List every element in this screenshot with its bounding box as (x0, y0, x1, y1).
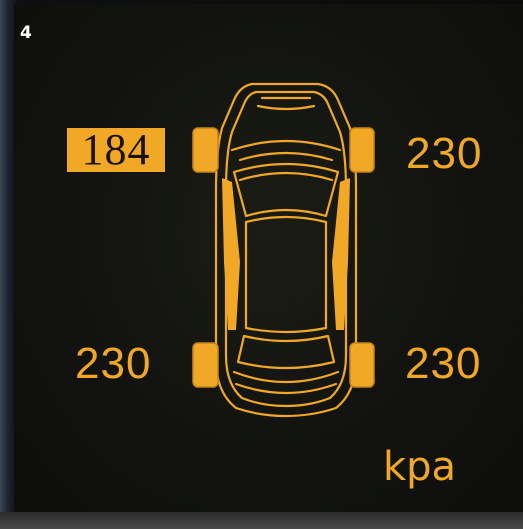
car-windshield (232, 162, 340, 218)
car-roof (244, 215, 328, 334)
rear-right-pressure: 230 (405, 339, 482, 388)
car-windshield-inner (238, 171, 334, 182)
tire-rear-left (192, 342, 219, 388)
car-left-pillar (222, 178, 240, 330)
car-body-inner (224, 90, 348, 408)
car-front-bumper (256, 96, 316, 111)
car-hood (230, 139, 342, 152)
rear-left-pressure: 230 (75, 339, 152, 388)
car-hood-inner (238, 151, 334, 162)
car-trunk (232, 370, 340, 384)
car-trunk-inner (234, 382, 338, 395)
front-right-pressure: 230 (406, 129, 483, 178)
car-rear-window (236, 334, 336, 370)
car-right-pillar (332, 178, 350, 330)
tire-rear-right (349, 342, 375, 388)
tire-front-right (349, 127, 375, 173)
front-left-pressure: 184 (67, 128, 165, 172)
pressure-unit: kpa (383, 444, 457, 490)
tire-front-left (192, 127, 219, 173)
